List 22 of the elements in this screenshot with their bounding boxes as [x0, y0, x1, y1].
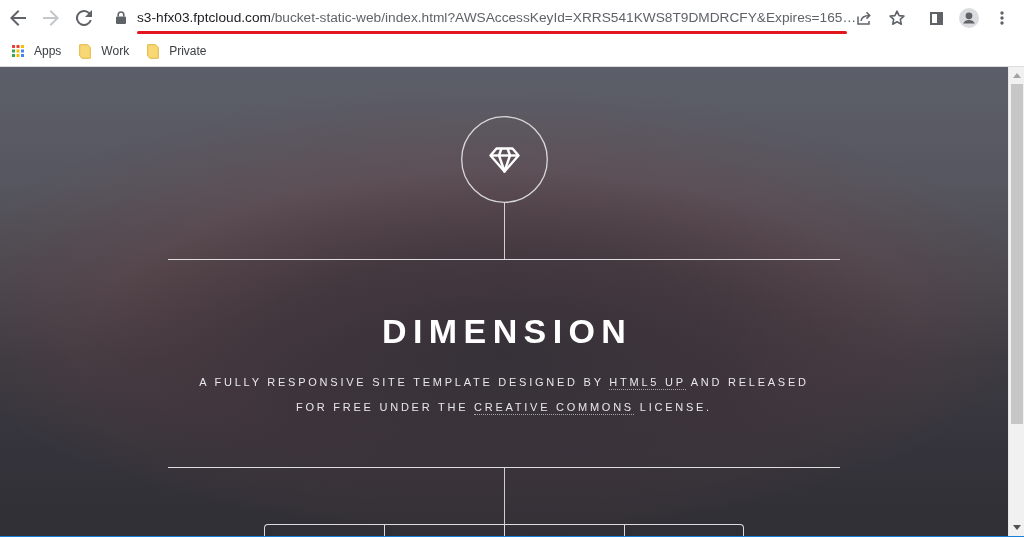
side-panel-icon[interactable] — [930, 11, 943, 25]
scrollbar-thumb[interactable] — [1010, 84, 1023, 424]
text-link[interactable]: CREATIVE COMMONS — [474, 401, 634, 415]
avatar-icon[interactable] — [959, 8, 979, 28]
folder-icon — [147, 43, 160, 59]
scrollbar[interactable] — [1008, 67, 1024, 536]
scroll-down-icon[interactable] — [1012, 525, 1021, 530]
back-arrow-icon[interactable] — [10, 10, 26, 26]
bookmark[interactable]: Private — [147, 43, 207, 59]
star-icon[interactable] — [889, 10, 905, 26]
text-link[interactable]: HTML5 UP — [609, 376, 686, 390]
lock-icon[interactable] — [116, 11, 126, 24]
bookmark[interactable]: Apps — [12, 44, 62, 58]
address-field[interactable]: s3-hfx03.fptcloud.com/bucket-static-web/index.html?AWSAccessKeyId=XRRS541KWS8T9DMDRCFY&Expires=165… — [137, 8, 857, 27]
site-title: DIMENSION — [381, 311, 633, 352]
menu-icon[interactable] — [1000, 11, 1004, 25]
folder-icon — [79, 43, 92, 59]
share-icon[interactable] — [857, 11, 871, 25]
reload-icon[interactable] — [76, 10, 92, 26]
bookmark[interactable]: Work — [79, 43, 130, 59]
apps-grid-icon — [12, 45, 24, 57]
site-description: A FULLY RESPONSIVE SITE TEMPLATE DESIGNED BY HTML5 UP AND RELEASED FOR FREE UNDER THE CREATIVE COMMONS LICENSE. — [199, 375, 809, 417]
